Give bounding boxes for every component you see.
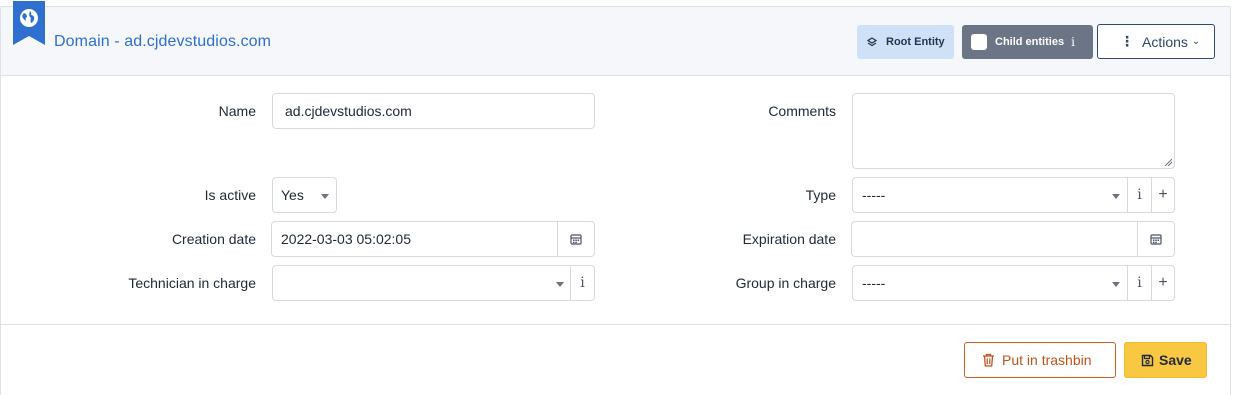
expiration-date-label: Expiration date bbox=[742, 231, 836, 247]
page-title: Domain - ad.cjdevstudios.com bbox=[54, 33, 272, 50]
caret-down-icon bbox=[556, 282, 564, 287]
group-label: Group in charge bbox=[735, 275, 836, 291]
group-add-icon[interactable]: + bbox=[1151, 266, 1174, 300]
domain-ribbon bbox=[13, 1, 45, 45]
caret-down-icon bbox=[321, 194, 329, 199]
is-active-label: Is active bbox=[204, 187, 256, 203]
name-label: Name bbox=[218, 103, 256, 119]
group-info-icon[interactable]: i bbox=[1127, 266, 1151, 300]
calendar-button[interactable] bbox=[557, 222, 594, 256]
child-entities-toggle[interactable]: Child entities i bbox=[962, 25, 1093, 59]
is-active-select[interactable]: Yes bbox=[272, 177, 337, 213]
calendar-icon bbox=[570, 234, 582, 245]
layers-icon bbox=[867, 37, 877, 47]
comments-label: Comments bbox=[768, 103, 836, 119]
child-entities-checkbox[interactable] bbox=[971, 34, 987, 50]
save-label: Save bbox=[1159, 352, 1192, 368]
domain-form-card: Domain - ad.cjdevstudios.com Root Entity… bbox=[0, 1, 1231, 395]
form-header: Domain - ad.cjdevstudios.com Root Entity… bbox=[1, 1, 1230, 76]
creation-date-field[interactable]: 2022-03-03 05:02:05 bbox=[271, 221, 595, 257]
name-field[interactable]: ad.cjdevstudios.com bbox=[272, 93, 595, 129]
creation-date-label: Creation date bbox=[171, 231, 256, 247]
caret-down-icon bbox=[1112, 282, 1120, 287]
group-select[interactable]: ----- i + bbox=[852, 265, 1175, 301]
trash-icon bbox=[982, 353, 995, 367]
save-icon bbox=[1141, 354, 1154, 367]
creation-date-value: 2022-03-03 05:02:05 bbox=[281, 231, 411, 247]
actions-label: Actions bbox=[1142, 33, 1188, 50]
technician-label: Technician in charge bbox=[128, 275, 256, 291]
type-value: ----- bbox=[862, 187, 886, 203]
calendar-icon bbox=[1150, 234, 1162, 245]
comments-textarea[interactable] bbox=[852, 93, 1175, 169]
type-add-icon[interactable]: + bbox=[1151, 178, 1174, 212]
is-active-value: Yes bbox=[281, 187, 304, 203]
type-select[interactable]: ----- i + bbox=[852, 177, 1175, 213]
type-info-icon[interactable]: i bbox=[1127, 178, 1151, 212]
trash-label: Put in trashbin bbox=[1002, 352, 1092, 368]
info-icon[interactable]: i bbox=[1071, 35, 1075, 49]
footer-divider bbox=[1, 324, 1230, 325]
globe-icon bbox=[20, 9, 38, 27]
root-entity-label: Root Entity bbox=[886, 36, 945, 48]
expiration-date-field[interactable] bbox=[851, 221, 1175, 257]
technician-info-icon[interactable]: i bbox=[570, 266, 594, 300]
child-entities-label: Child entities bbox=[995, 36, 1065, 48]
group-value: ----- bbox=[862, 275, 886, 291]
put-in-trashbin-button[interactable]: Put in trashbin bbox=[964, 342, 1116, 378]
actions-button[interactable]: ⋮ Actions ⌄ bbox=[1097, 24, 1215, 59]
type-label: Type bbox=[805, 187, 836, 203]
root-entity-button[interactable]: Root Entity bbox=[857, 25, 954, 59]
kebab-icon: ⋮ bbox=[1120, 33, 1134, 49]
technician-select[interactable]: i bbox=[272, 265, 595, 301]
caret-down-icon bbox=[1112, 194, 1120, 199]
chevron-down-icon: ⌄ bbox=[1191, 36, 1201, 47]
save-button[interactable]: Save bbox=[1124, 342, 1207, 378]
resize-grip-icon[interactable] bbox=[1164, 158, 1172, 166]
calendar-button[interactable] bbox=[1137, 222, 1174, 256]
